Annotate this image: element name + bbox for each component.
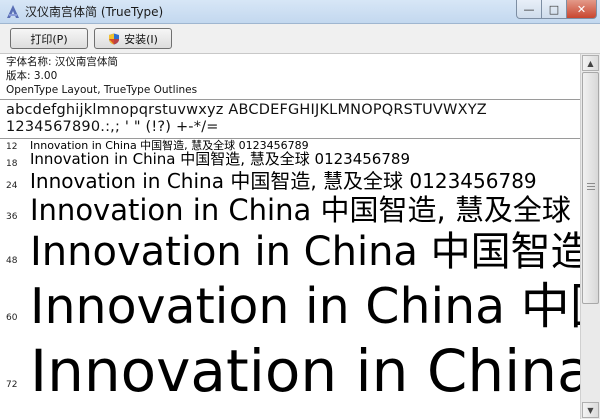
sample-line: Innovation in China 中国智造, 慧及全球 012345678… bbox=[30, 169, 537, 193]
size-label: 60 bbox=[6, 313, 18, 323]
size-label: 24 bbox=[6, 181, 18, 191]
size-label: 48 bbox=[6, 256, 18, 266]
vertical-scrollbar[interactable]: ▲ ▼ bbox=[580, 54, 600, 419]
install-button[interactable]: 安装(I) bbox=[94, 28, 172, 49]
sample-line: Innovation in China 中国智造, 慧及全球 012345678… bbox=[30, 193, 580, 227]
toolbar: 打印(P) 安装(I) bbox=[0, 24, 600, 54]
grip-line bbox=[587, 189, 595, 190]
sample-line: Innovation in China 中国智造, 慧及全球 012345678… bbox=[30, 229, 580, 275]
charset-letters: abcdefghijklmnopqrstuvwxyz ABCDEFGHIJKLM… bbox=[6, 102, 487, 118]
size-label: 12 bbox=[6, 142, 18, 152]
window-title: 汉仪南宫体简 (TrueType) bbox=[25, 5, 164, 19]
close-button[interactable]: ✕ bbox=[567, 0, 597, 19]
font-type-line: OpenType Layout, TrueType Outlines bbox=[6, 84, 198, 96]
font-version-line: 版本: 3.00 bbox=[6, 70, 58, 82]
size-label: 36 bbox=[6, 212, 18, 222]
sample-line: Innovation in China 中国智造, 慧及全球 012345678… bbox=[30, 337, 580, 405]
divider bbox=[0, 99, 580, 100]
close-icon: ✕ bbox=[576, 2, 587, 16]
minimize-icon: — bbox=[523, 2, 535, 16]
font-viewer-icon bbox=[7, 5, 19, 18]
scroll-up-button[interactable]: ▲ bbox=[582, 55, 599, 71]
font-name-line: 字体名称: 汉仪南宫体简 bbox=[6, 56, 118, 68]
print-button-label: 打印(P) bbox=[30, 32, 68, 46]
grip-line bbox=[587, 183, 595, 184]
font-preview-area: 字体名称: 汉仪南宫体简 版本: 3.00 OpenType Layout, T… bbox=[0, 54, 580, 419]
install-button-label: 安装(I) bbox=[124, 32, 158, 46]
minimize-button[interactable]: — bbox=[516, 0, 542, 19]
scrollbar-thumb[interactable] bbox=[582, 72, 599, 304]
sample-line: Innovation in China 中国智造, 慧及全球 012345678… bbox=[30, 150, 410, 168]
size-label: 72 bbox=[6, 380, 18, 390]
size-label: 18 bbox=[6, 159, 18, 169]
grip-line bbox=[587, 186, 595, 187]
shield-icon bbox=[109, 33, 120, 44]
scroll-down-button[interactable]: ▼ bbox=[582, 402, 599, 418]
maximize-button[interactable]: □ bbox=[542, 0, 567, 19]
arrow-down-icon: ▼ bbox=[587, 405, 594, 415]
charset-digits: 1234567890.:,; ' " (!?) +-*/= bbox=[6, 119, 219, 135]
print-button[interactable]: 打印(P) bbox=[10, 28, 88, 49]
title-bar: 汉仪南宫体简 (TrueType) — □ ✕ bbox=[0, 0, 600, 24]
arrow-up-icon: ▲ bbox=[587, 58, 594, 68]
sample-line: Innovation in China 中国智造, 慧及全球 012345678… bbox=[30, 278, 580, 335]
maximize-icon: □ bbox=[548, 2, 560, 16]
